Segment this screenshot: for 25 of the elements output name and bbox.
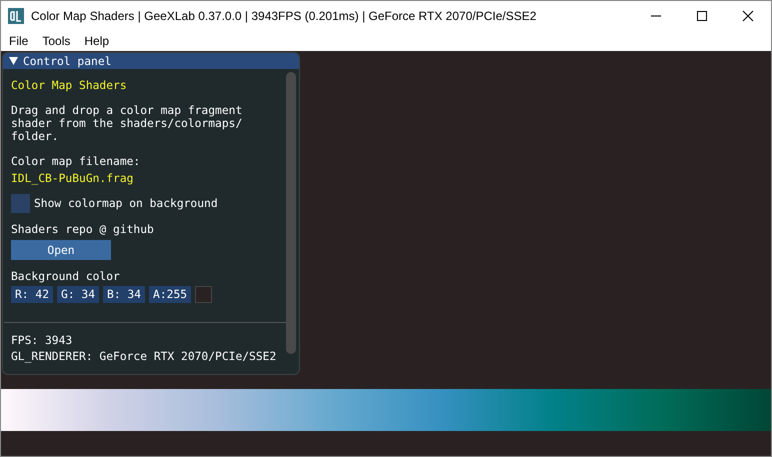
menu-item[interactable]: Tools bbox=[34, 34, 76, 48]
panel-header[interactable]: Control panel bbox=[3, 53, 299, 69]
color-channel-field[interactable]: R: 42 bbox=[11, 286, 54, 303]
color-channel-field[interactable]: B: 34 bbox=[103, 286, 146, 303]
collapse-arrow-icon[interactable] bbox=[9, 57, 18, 65]
scrollbar[interactable] bbox=[286, 72, 296, 354]
color-swatch[interactable] bbox=[195, 286, 212, 303]
menu-item[interactable]: Help bbox=[76, 34, 116, 48]
checkbox-label: Show colormap on background bbox=[34, 197, 218, 210]
filename-label: Color map filename: bbox=[11, 155, 142, 168]
repo-label: Shaders repo @ github bbox=[11, 223, 155, 236]
menu-item[interactable]: File bbox=[1, 34, 34, 48]
checkbox[interactable] bbox=[11, 194, 30, 213]
renderer-text: GL_RENDERER: GeForce RTX 2070/PCIe/SSE2 bbox=[11, 350, 278, 363]
panel-title: Control panel bbox=[23, 54, 112, 68]
color-channel-field[interactable]: G: 34 bbox=[57, 286, 100, 303]
open-button[interactable]: Open bbox=[11, 240, 111, 260]
app-icon bbox=[8, 8, 24, 24]
color-channel-field[interactable]: A:255 bbox=[149, 286, 192, 303]
window-title: Color Map Shaders | GeeXLab 0.37.0.0 | 3943FPS (0.201ms) | GeForce RTX 2070/PCIe/SSE2 bbox=[31, 9, 538, 23]
fps-text: FPS: 3943 bbox=[11, 334, 74, 347]
panel-heading: Color Map Shaders bbox=[11, 79, 128, 92]
background-color-label: Background color bbox=[11, 270, 121, 283]
description-text: Drag and drop a color map fragment shader from the shaders/colormaps/ folder. bbox=[11, 104, 244, 143]
filename-text: IDL_CB-PuBuGn.frag bbox=[11, 172, 134, 185]
